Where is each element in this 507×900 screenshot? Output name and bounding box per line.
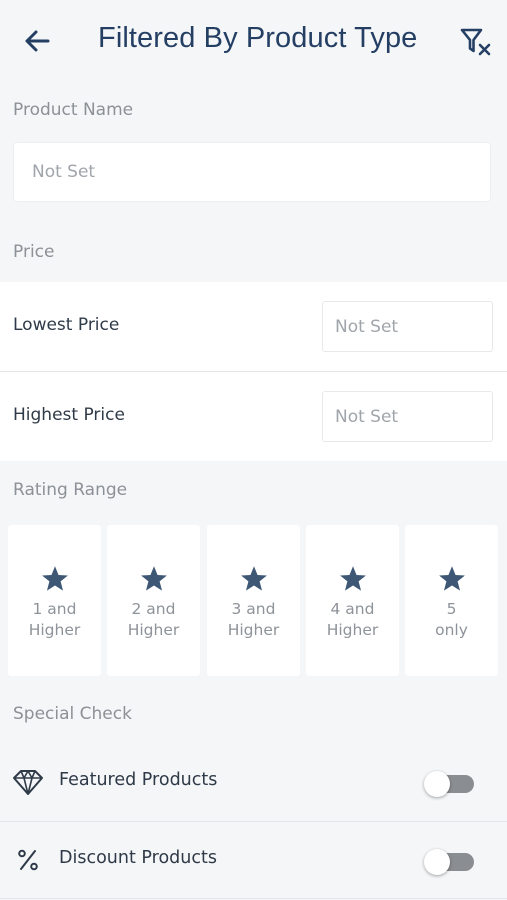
page-title: Filtered By Product Type	[98, 22, 418, 54]
rating-option-line2: Higher	[227, 621, 280, 639]
clear-filter-button[interactable]	[458, 24, 494, 60]
divider	[0, 898, 507, 899]
featured-products-label: Featured Products	[59, 770, 218, 790]
rating-option-4[interactable]: 4 and Higher	[306, 525, 399, 676]
highest-price-placeholder: Not Set	[335, 406, 399, 427]
star-icon	[107, 565, 200, 593]
rating-option-line2: Higher	[326, 621, 379, 639]
rating-option-text: 3 and Higher	[207, 599, 300, 641]
back-button[interactable]	[20, 24, 54, 58]
star-icon	[405, 565, 498, 593]
app-header: Filtered By Product Type	[0, 0, 507, 86]
rating-option-text: 4 and Higher	[306, 599, 399, 641]
rating-option-line2: Higher	[28, 621, 81, 639]
percent-icon	[12, 845, 44, 875]
lowest-price-input[interactable]: Not Set	[322, 301, 493, 352]
highest-price-row: Highest Price Not Set	[0, 372, 507, 461]
arrow-left-icon	[25, 30, 50, 52]
diamond-icon	[12, 767, 44, 797]
rating-option-line1: 5	[446, 600, 457, 618]
lowest-price-row: Lowest Price Not Set	[0, 282, 507, 371]
toggle-knob	[424, 849, 450, 875]
rating-range-label: Rating Range	[13, 480, 128, 500]
rating-option-text: 2 and Higher	[107, 599, 200, 641]
rating-option-line1: 2 and	[131, 600, 176, 618]
featured-products-row: Featured Products	[0, 744, 507, 820]
filter-clear-icon	[460, 28, 491, 56]
toggle-knob	[424, 771, 450, 797]
special-check-label: Special Check	[13, 704, 132, 724]
rating-option-text: 1 and Higher	[8, 599, 101, 641]
rating-option-line1: 4 and	[330, 600, 375, 618]
star-icon	[207, 565, 300, 593]
product-name-field[interactable]: Not Set	[13, 142, 491, 202]
featured-products-toggle[interactable]	[424, 771, 476, 797]
rating-option-1[interactable]: 1 and Higher	[8, 525, 101, 676]
rating-option-2[interactable]: 2 and Higher	[107, 525, 200, 676]
star-icon	[8, 565, 101, 593]
highest-price-input[interactable]: Not Set	[322, 391, 493, 442]
rating-option-line2: only	[435, 621, 468, 639]
rating-option-line1: 1 and	[32, 600, 77, 618]
discount-products-toggle[interactable]	[424, 849, 476, 875]
rating-option-3[interactable]: 3 and Higher	[207, 525, 300, 676]
discount-products-label: Discount Products	[59, 848, 217, 868]
highest-price-label: Highest Price	[13, 405, 125, 425]
rating-option-5[interactable]: 5 only	[405, 525, 498, 676]
discount-products-row: Discount Products	[0, 822, 507, 898]
price-label: Price	[13, 242, 55, 262]
lowest-price-placeholder: Not Set	[335, 316, 399, 337]
rating-option-line1: 3 and	[231, 600, 276, 618]
rating-option-line2: Higher	[127, 621, 180, 639]
lowest-price-label: Lowest Price	[13, 315, 120, 335]
star-icon	[306, 565, 399, 593]
product-name-placeholder: Not Set	[32, 162, 96, 182]
rating-option-text: 5 only	[405, 599, 498, 641]
product-name-label: Product Name	[13, 100, 134, 120]
